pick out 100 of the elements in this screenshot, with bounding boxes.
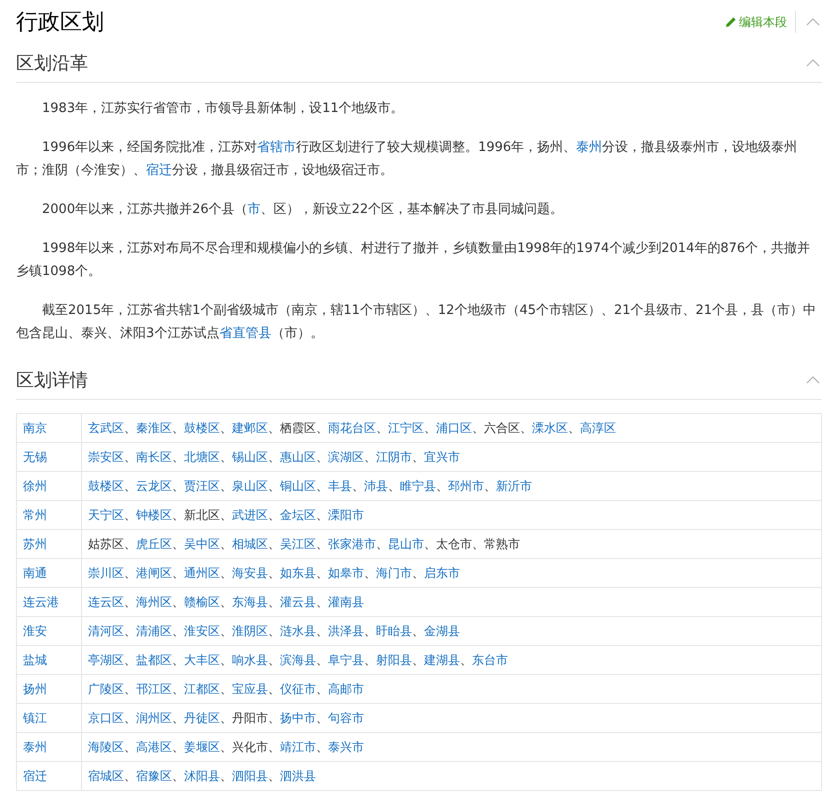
district-link[interactable]: 盐都区 bbox=[136, 652, 172, 666]
district-link[interactable]: 盱眙县 bbox=[376, 624, 412, 638]
district-link[interactable]: 响水县 bbox=[232, 652, 268, 666]
district-link[interactable]: 浦口区 bbox=[436, 420, 472, 434]
district-link[interactable]: 泉山区 bbox=[232, 478, 268, 492]
district-link[interactable]: 云龙区 bbox=[136, 478, 172, 492]
link[interactable]: 省辖市 bbox=[257, 140, 296, 155]
district-link[interactable]: 泗洪县 bbox=[280, 768, 316, 782]
district-link[interactable]: 溧阳市 bbox=[328, 508, 364, 522]
district-link[interactable]: 泗阳县 bbox=[232, 768, 268, 782]
district-link[interactable]: 丹徒区 bbox=[184, 710, 220, 724]
district-link[interactable]: 吴江区 bbox=[280, 536, 316, 550]
district-link[interactable]: 张家港市 bbox=[328, 536, 376, 550]
district-link[interactable]: 清浦区 bbox=[136, 624, 172, 638]
district-link[interactable]: 淮阴区 bbox=[232, 624, 268, 638]
district-link[interactable]: 东海县 bbox=[232, 594, 268, 608]
district-link[interactable]: 阜宁县 bbox=[328, 652, 364, 666]
collapse-icon[interactable] bbox=[806, 18, 820, 26]
district-link[interactable]: 句容市 bbox=[328, 710, 364, 724]
link[interactable]: 市 bbox=[248, 202, 261, 217]
district-link[interactable]: 高邮市 bbox=[328, 682, 364, 696]
district-link[interactable]: 如东县 bbox=[280, 566, 316, 580]
district-link[interactable]: 铜山区 bbox=[280, 478, 316, 492]
district-link[interactable]: 鼓楼区 bbox=[88, 478, 124, 492]
city-link[interactable]: 南通 bbox=[23, 566, 47, 580]
district-link[interactable]: 金湖县 bbox=[424, 624, 460, 638]
district-link[interactable]: 相城区 bbox=[232, 536, 268, 550]
district-link[interactable]: 宜兴市 bbox=[424, 450, 460, 464]
district-link[interactable]: 沭阳县 bbox=[184, 768, 220, 782]
district-link[interactable]: 天宁区 bbox=[88, 508, 124, 522]
district-link[interactable]: 赣榆区 bbox=[184, 594, 220, 608]
district-link[interactable]: 亭湖区 bbox=[88, 652, 124, 666]
district-link[interactable]: 连云区 bbox=[88, 594, 124, 608]
link[interactable]: 泰州 bbox=[576, 140, 602, 155]
district-link[interactable]: 海门市 bbox=[376, 566, 412, 580]
city-link[interactable]: 苏州 bbox=[23, 536, 47, 550]
district-link[interactable]: 仪征市 bbox=[280, 682, 316, 696]
district-link[interactable]: 高港区 bbox=[136, 740, 172, 754]
city-link[interactable]: 徐州 bbox=[23, 478, 47, 492]
city-link[interactable]: 宿迁 bbox=[23, 768, 47, 782]
district-link[interactable]: 金坛区 bbox=[280, 508, 316, 522]
district-link[interactable]: 灌云县 bbox=[280, 594, 316, 608]
city-link[interactable]: 泰州 bbox=[23, 740, 47, 754]
district-link[interactable]: 泰兴市 bbox=[328, 740, 364, 754]
district-link[interactable]: 鼓楼区 bbox=[184, 420, 220, 434]
district-link[interactable]: 建邺区 bbox=[232, 420, 268, 434]
district-link[interactable]: 虎丘区 bbox=[136, 536, 172, 550]
district-link[interactable]: 秦淮区 bbox=[136, 420, 172, 434]
district-link[interactable]: 新沂市 bbox=[496, 478, 532, 492]
district-link[interactable]: 钟楼区 bbox=[136, 508, 172, 522]
district-link[interactable]: 睢宁县 bbox=[400, 478, 436, 492]
district-link[interactable]: 北塘区 bbox=[184, 450, 220, 464]
district-link[interactable]: 清河区 bbox=[88, 624, 124, 638]
district-link[interactable]: 广陵区 bbox=[88, 682, 124, 696]
district-link[interactable]: 锡山区 bbox=[232, 450, 268, 464]
district-link[interactable]: 玄武区 bbox=[88, 420, 124, 434]
district-link[interactable]: 邗江区 bbox=[136, 682, 172, 696]
district-link[interactable]: 崇安区 bbox=[88, 450, 124, 464]
district-link[interactable]: 靖江市 bbox=[280, 740, 316, 754]
district-link[interactable]: 港闸区 bbox=[136, 566, 172, 580]
district-link[interactable]: 高淳区 bbox=[580, 420, 616, 434]
district-link[interactable]: 淮安区 bbox=[184, 624, 220, 638]
district-link[interactable]: 滨湖区 bbox=[328, 450, 364, 464]
district-link[interactable]: 邳州市 bbox=[448, 478, 484, 492]
district-link[interactable]: 京口区 bbox=[88, 710, 124, 724]
district-link[interactable]: 宿豫区 bbox=[136, 768, 172, 782]
district-link[interactable]: 江阴市 bbox=[376, 450, 412, 464]
district-link[interactable]: 洪泽县 bbox=[328, 624, 364, 638]
collapse-icon[interactable] bbox=[806, 376, 820, 384]
district-link[interactable]: 海州区 bbox=[136, 594, 172, 608]
city-link[interactable]: 南京 bbox=[23, 420, 47, 434]
district-link[interactable]: 通州区 bbox=[184, 566, 220, 580]
district-link[interactable]: 吴中区 bbox=[184, 536, 220, 550]
district-link[interactable]: 贾汪区 bbox=[184, 478, 220, 492]
district-link[interactable]: 南长区 bbox=[136, 450, 172, 464]
district-link[interactable]: 润州区 bbox=[136, 710, 172, 724]
edit-link[interactable]: 编辑本段 bbox=[725, 14, 787, 30]
district-link[interactable]: 惠山区 bbox=[280, 450, 316, 464]
district-link[interactable]: 大丰区 bbox=[184, 652, 220, 666]
district-link[interactable]: 沛县 bbox=[364, 478, 388, 492]
district-link[interactable]: 如皋市 bbox=[328, 566, 364, 580]
district-link[interactable]: 射阳县 bbox=[376, 652, 412, 666]
district-link[interactable]: 武进区 bbox=[232, 508, 268, 522]
district-link[interactable]: 崇川区 bbox=[88, 566, 124, 580]
district-link[interactable]: 宿城区 bbox=[88, 768, 124, 782]
district-link[interactable]: 海陵区 bbox=[88, 740, 124, 754]
link[interactable]: 宿迁 bbox=[146, 163, 172, 178]
district-link[interactable]: 丰县 bbox=[328, 478, 352, 492]
district-link[interactable]: 涟水县 bbox=[280, 624, 316, 638]
city-link[interactable]: 连云港 bbox=[23, 594, 59, 608]
collapse-icon[interactable] bbox=[806, 59, 820, 67]
city-link[interactable]: 无锡 bbox=[23, 450, 47, 464]
district-link[interactable]: 昆山市 bbox=[388, 536, 424, 550]
city-link[interactable]: 常州 bbox=[23, 508, 47, 522]
city-link[interactable]: 淮安 bbox=[23, 624, 47, 638]
district-link[interactable]: 宝应县 bbox=[232, 682, 268, 696]
district-link[interactable]: 江宁区 bbox=[388, 420, 424, 434]
district-link[interactable]: 姜堰区 bbox=[184, 740, 220, 754]
district-link[interactable]: 雨花台区 bbox=[328, 420, 376, 434]
district-link[interactable]: 启东市 bbox=[424, 566, 460, 580]
